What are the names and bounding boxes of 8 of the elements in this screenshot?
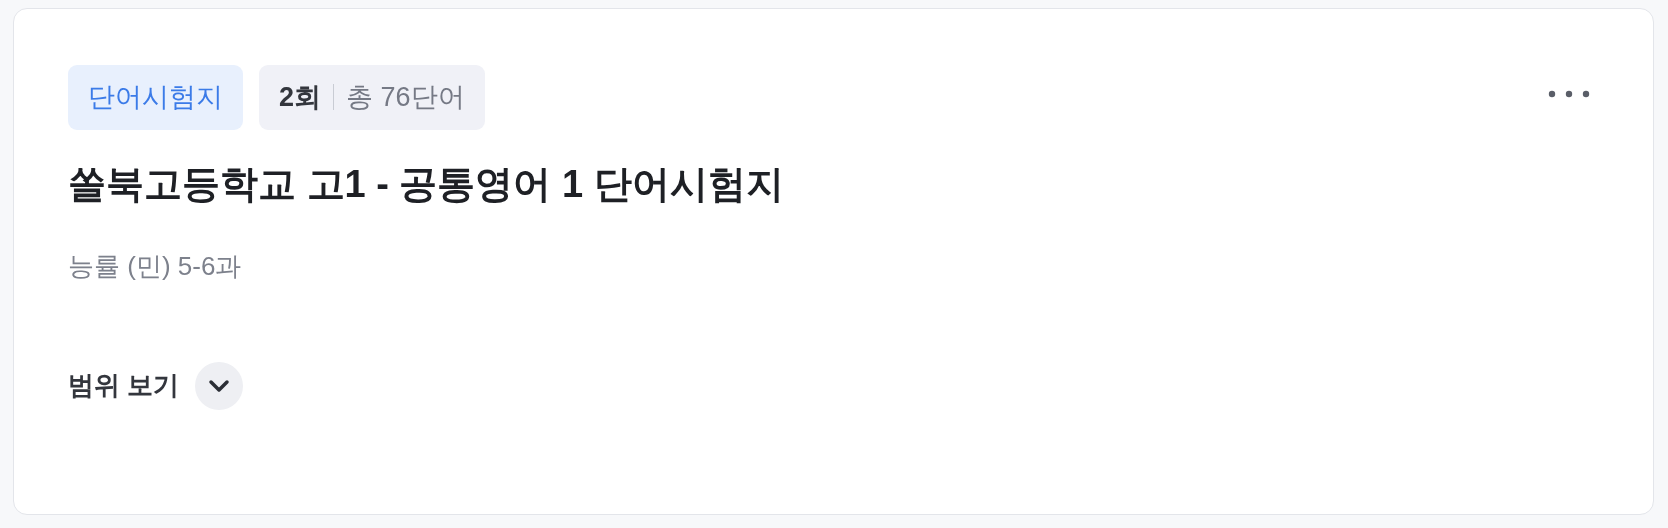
title: 쏠북고등학교 고1 - 공통영어 1 단어시험지: [68, 161, 785, 207]
range-toggle[interactable]: 범위 보기: [68, 366, 180, 405]
word-count: 총 76단어: [346, 81, 465, 114]
chevron-icon: [208, 378, 231, 393]
more-icon[interactable]: [1547, 89, 1591, 99]
subtitle: 능률 (민) 5-6과: [68, 249, 243, 283]
tag: 단어시험지: [68, 65, 243, 130]
round-count: 2회: [279, 81, 322, 114]
